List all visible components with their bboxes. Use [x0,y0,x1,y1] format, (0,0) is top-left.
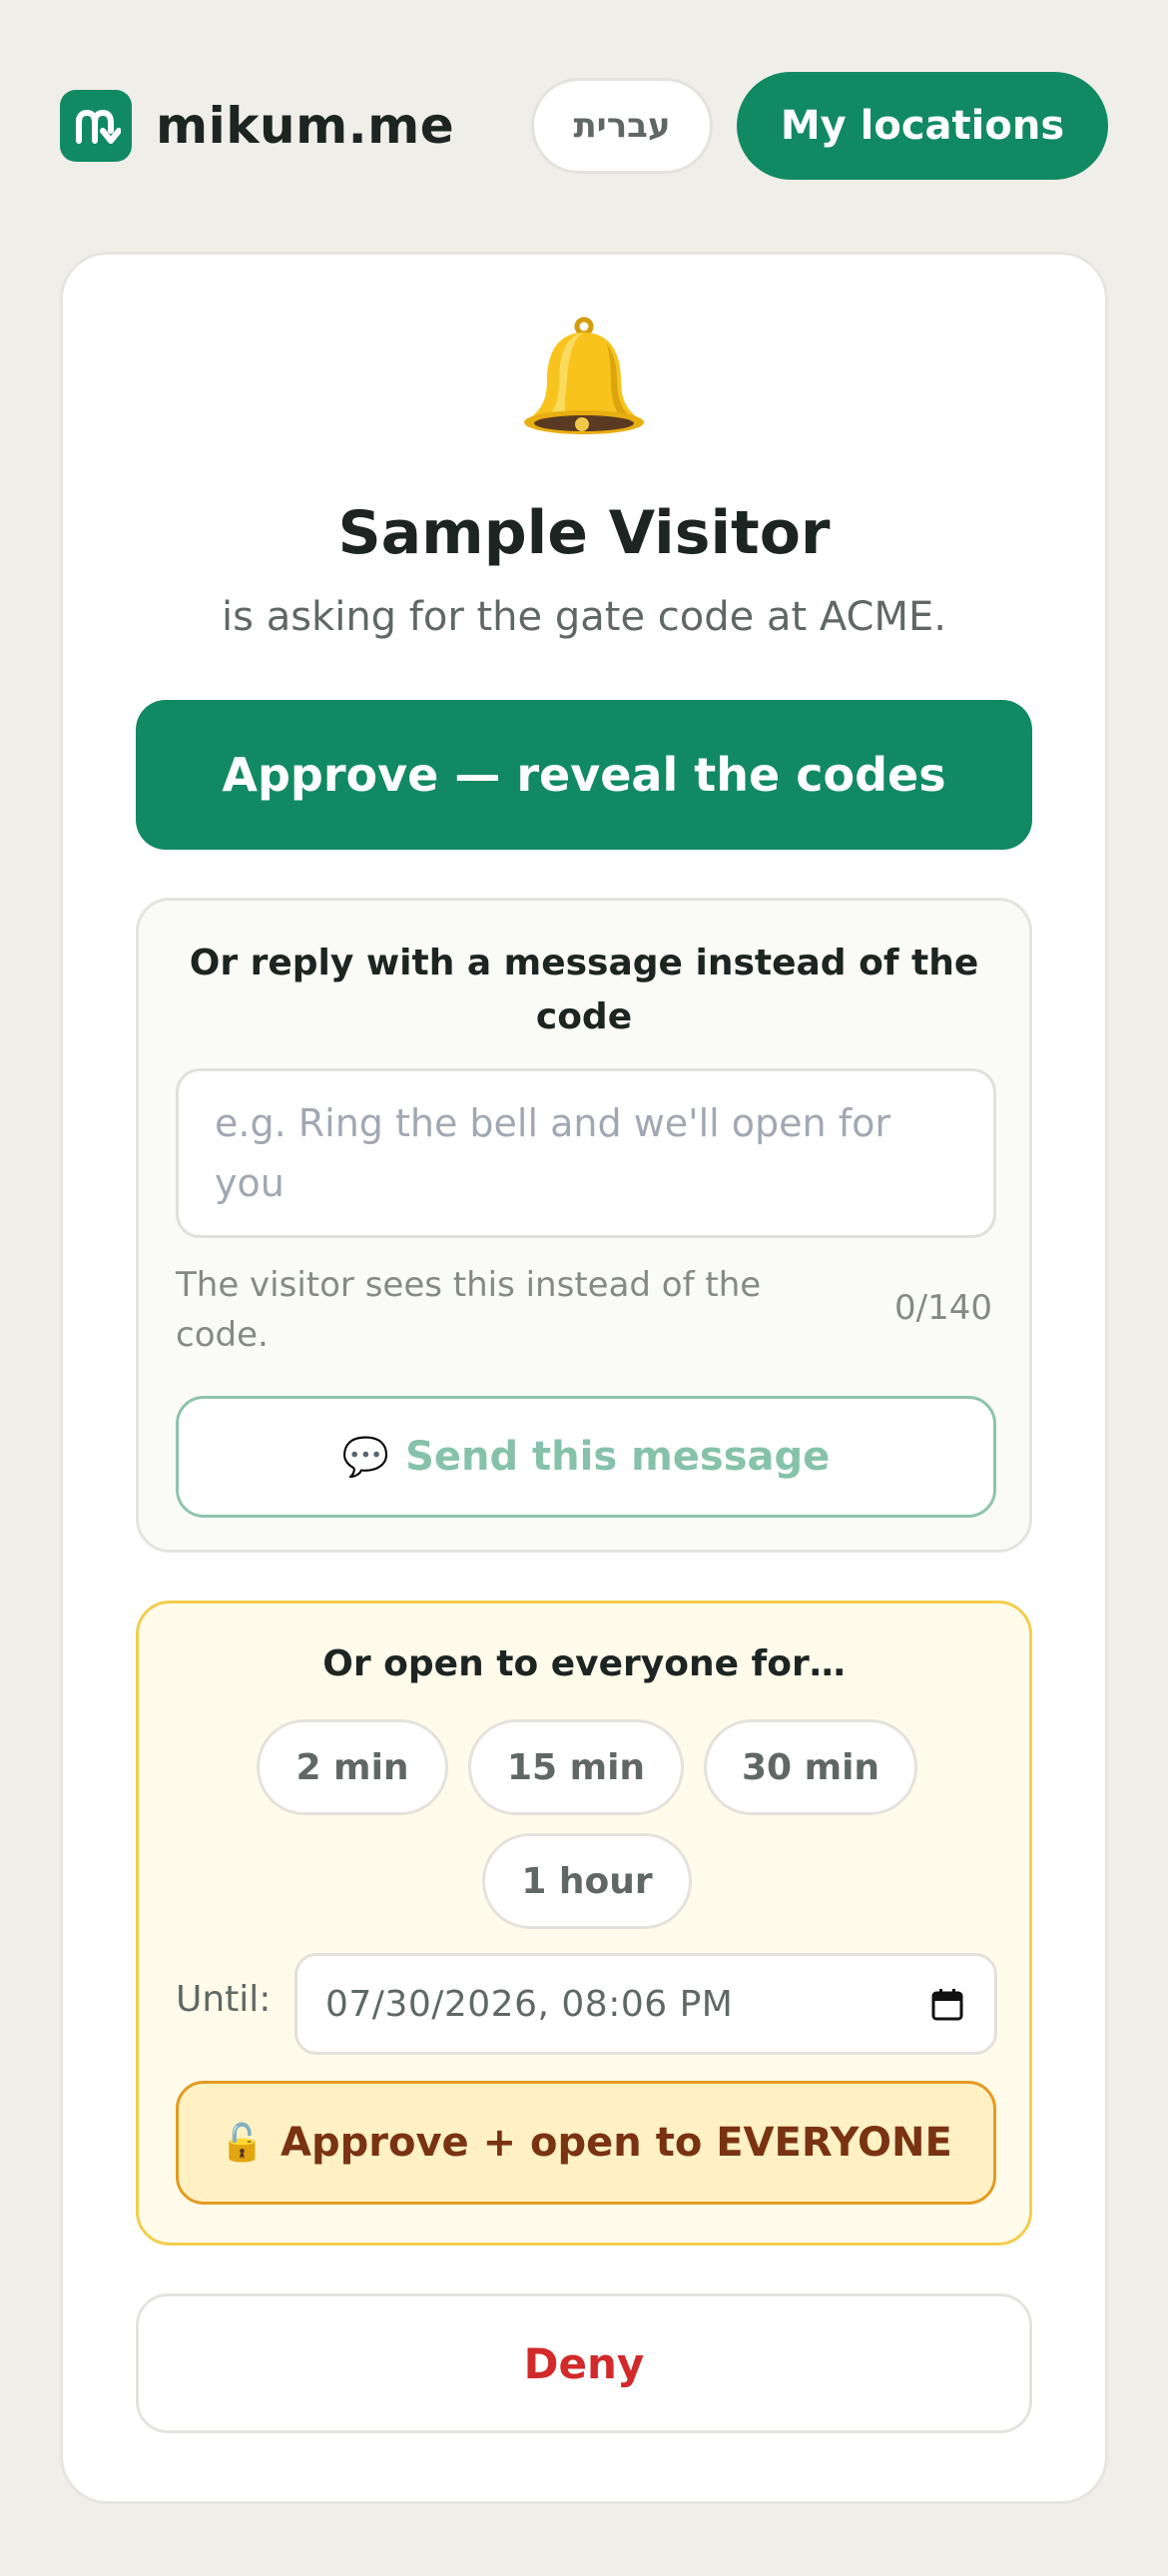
duration-1-hour-button[interactable]: 1 hour [482,1833,692,1929]
until-datetime-input[interactable]: 07/30/2026, 08:06 PM [294,1953,997,2055]
language-toggle-button[interactable]: עברית [531,78,713,174]
until-label: Until: [176,1979,272,2020]
approve-reveal-codes-button[interactable]: Approve — reveal the codes [136,700,1032,850]
duration-15-min-button[interactable]: 15 min [468,1719,684,1815]
request-subtitle: is asking for the gate code at ACME. [222,594,946,640]
reply-message-panel: Or reply with a message instead of the c… [136,898,1032,1553]
send-message-label: Send this message [405,1434,831,1480]
character-counter: 0/140 [894,1288,992,1328]
top-bar: mikum.me עברית My locations [60,72,1108,180]
calendar-icon[interactable] [930,1988,964,2031]
until-datetime-value: 07/30/2026, 08:06 PM [325,1983,734,2025]
visitor-name: Sample Visitor [337,498,831,568]
bell-icon [63,315,1105,454]
approve-open-everyone-button[interactable]: 🔓 Approve + open to EVERYONE [176,2081,996,2205]
approve-open-everyone-label: Approve + open to EVERYONE [281,2120,952,2166]
brand-name: mikum.me [156,97,455,155]
my-locations-button[interactable]: My locations [737,72,1108,180]
deny-button[interactable]: Deny [136,2293,1032,2433]
brand[interactable]: mikum.me [60,89,454,163]
reply-message-input[interactable] [176,1068,996,1238]
request-card: Sample Visitor is asking for the gate co… [60,252,1108,2504]
duration-30-min-button[interactable]: 30 min [704,1719,917,1815]
open-panel-title: Or open to everyone for… [322,1643,846,1684]
unlocked-padlock-icon: 🔓 [220,2123,266,2164]
reply-panel-title: Or reply with a message instead of the c… [189,943,979,1037]
send-message-button[interactable]: 💬 Send this message [176,1396,996,1518]
duration-2-min-button[interactable]: 2 min [257,1719,448,1815]
reply-hint: The visitor sees this instead of the cod… [176,1265,762,1355]
speech-bubble-icon: 💬 [341,1434,390,1479]
open-to-everyone-panel: Or open to everyone for… 2 min 15 min 30… [136,1601,1032,2246]
mikum-logo-icon [60,90,132,162]
